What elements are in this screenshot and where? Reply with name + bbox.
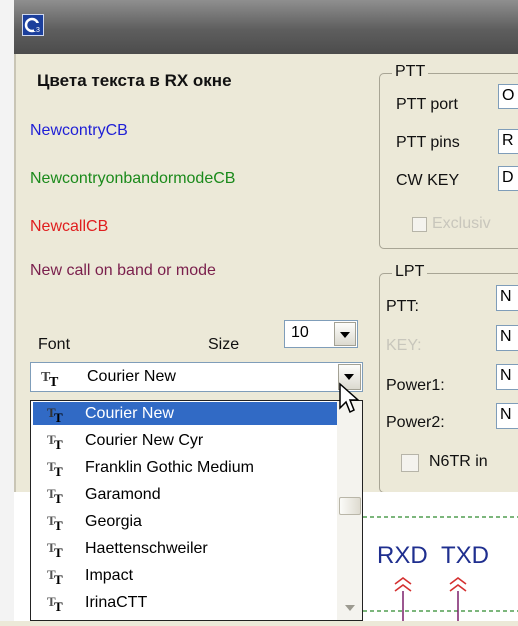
font-size-value: 10: [291, 324, 309, 341]
truetype-icon: TT: [47, 513, 63, 531]
n6tr-checkbox[interactable]: [401, 454, 419, 472]
truetype-icon: TT: [47, 405, 63, 423]
ptt-pins-label: PTT pins: [396, 134, 460, 151]
lpt-ptt-select[interactable]: N: [496, 285, 518, 311]
font-option[interactable]: T T Haettenschweiler: [33, 537, 337, 560]
font-option[interactable]: T T Georgia: [33, 510, 337, 533]
truetype-icon: T T: [41, 370, 59, 387]
font-option-label: Franklin Gothic Medium: [85, 459, 254, 476]
lpt-group-title: LPT: [392, 263, 428, 281]
font-option-label: Impact: [85, 567, 134, 584]
power1-label: Power1:: [386, 377, 445, 394]
diagram-left-edge: [14, 492, 30, 621]
truetype-icon: TT: [47, 540, 63, 558]
font-option-label: Haettenschweiler: [85, 540, 208, 557]
txd-label: TXD: [441, 542, 489, 569]
font-option-label: IrinaCTT: [85, 594, 148, 611]
size-dropdown-arrow-icon[interactable]: [334, 322, 356, 346]
color-sample-newcall-band-mode[interactable]: New call on band or mode: [30, 262, 216, 280]
power2-select[interactable]: N: [496, 403, 518, 429]
font-option-label: Garamond: [85, 486, 161, 503]
truetype-icon: TT: [47, 459, 63, 477]
scrollbar-thumb[interactable]: [339, 497, 361, 515]
font-option[interactable]: T T Garamond: [33, 483, 337, 506]
size-label: Size: [208, 336, 240, 353]
truetype-icon: TT: [47, 567, 63, 585]
text-colors-heading: Цвета текста в RX окне: [37, 71, 232, 90]
power2-label: Power2:: [386, 414, 445, 431]
cw-key-label: CW KEY: [396, 172, 460, 189]
connector-diagram: RXD TXD: [363, 492, 518, 621]
app-logo-icon[interactable]: 3: [22, 14, 44, 36]
svg-text:T: T: [54, 410, 63, 423]
power1-select[interactable]: N: [496, 364, 518, 390]
truetype-icon: TT: [47, 594, 63, 612]
exclusive-checkbox[interactable]: [412, 217, 427, 232]
lpt-key-select[interactable]: N: [496, 325, 518, 351]
exclusive-label: Exclusiv: [432, 215, 491, 232]
svg-text:T: T: [54, 599, 63, 612]
svg-text:T: T: [54, 491, 63, 504]
n6tr-label: N6TR in: [429, 453, 488, 470]
scroll-down-arrow-icon[interactable]: [339, 599, 361, 617]
lpt-ptt-label: PTT:: [386, 298, 419, 315]
svg-text:T: T: [54, 437, 63, 450]
font-size-select[interactable]: 10: [284, 320, 358, 348]
font-select[interactable]: T T Courier New: [30, 362, 363, 392]
color-sample-newcontry[interactable]: NewcontryCB: [30, 122, 128, 140]
color-sample-newcontry-band-mode[interactable]: NewcontryonbandormodeCB: [30, 170, 235, 188]
font-option-label: Georgia: [85, 513, 142, 530]
font-select-value: Courier New: [87, 368, 176, 385]
lpt-key-label: KEY:: [386, 337, 422, 354]
truetype-icon: TT: [47, 486, 63, 504]
color-sample-newcall[interactable]: NewcallCB: [30, 218, 108, 236]
font-list-scrollbar[interactable]: [337, 401, 362, 620]
ptt-pins-select[interactable]: R: [498, 129, 518, 154]
font-option[interactable]: T T IrinaCTT: [33, 591, 337, 614]
font-option[interactable]: T T Courier New Cyr: [33, 429, 337, 452]
ptt-port-select[interactable]: O: [498, 84, 518, 109]
svg-text:T: T: [54, 572, 63, 585]
ptt-group-title: PTT: [392, 63, 429, 81]
svg-text:T: T: [54, 545, 63, 558]
font-option[interactable]: T T Courier New: [33, 402, 337, 425]
background-window-edge: [0, 0, 14, 621]
font-label: Font: [38, 336, 71, 353]
cw-key-select[interactable]: D: [498, 166, 518, 191]
svg-text:T: T: [49, 375, 59, 387]
rxd-label: RXD: [377, 542, 428, 569]
font-dropdown-list[interactable]: T T Courier New T T Courier New Cyr T T Franklin…: [30, 400, 363, 621]
font-option[interactable]: T T Impact: [33, 564, 337, 587]
font-option-label: Courier New: [85, 405, 174, 422]
svg-text:3: 3: [36, 27, 40, 34]
ptt-port-label: PTT port: [396, 96, 458, 113]
font-option-label: Courier New Cyr: [85, 432, 204, 449]
font-option[interactable]: T T Franklin Gothic Medium: [33, 456, 337, 479]
title-bar[interactable]: [14, 0, 518, 54]
mouse-cursor-icon: [339, 382, 360, 414]
svg-text:T: T: [54, 464, 63, 477]
truetype-icon: TT: [47, 432, 63, 450]
svg-text:T: T: [54, 518, 63, 531]
